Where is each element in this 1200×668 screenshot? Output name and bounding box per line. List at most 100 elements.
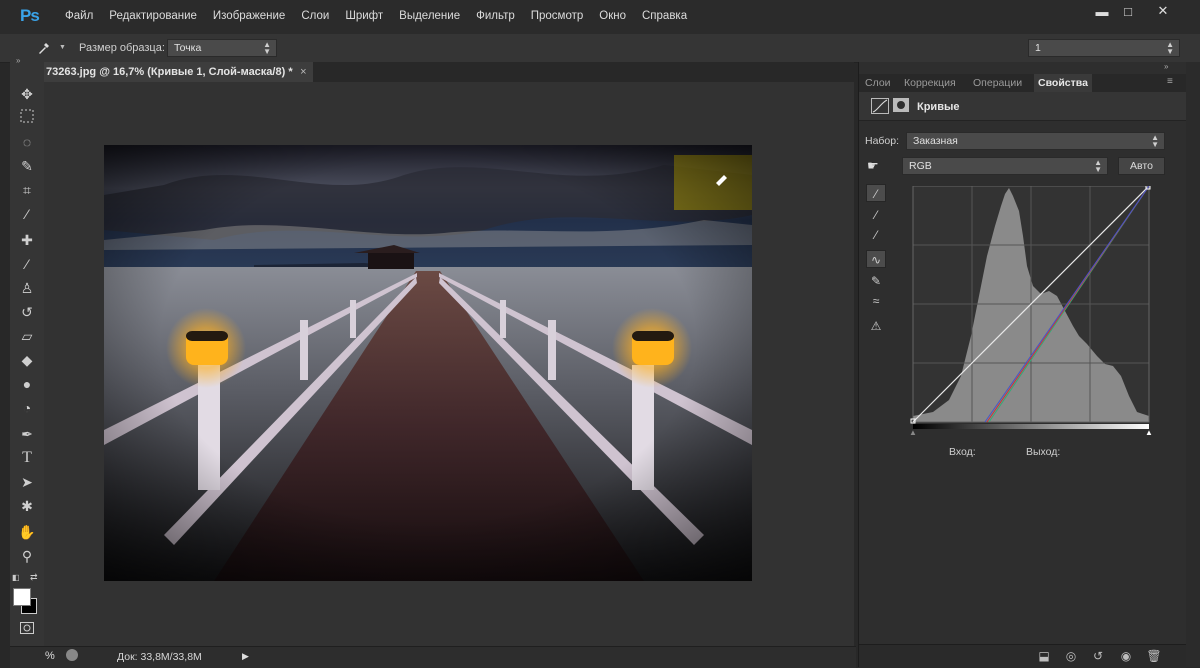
menu-item-window[interactable]: Окно (591, 10, 634, 22)
panel-bottom-bar: ⬓ ◎ ↺ ◉ 🗑 (859, 644, 1186, 668)
black-slider-icon[interactable]: ▲ (909, 428, 917, 437)
auto-button[interactable]: Авто (1118, 157, 1165, 175)
menu-item-type[interactable]: Шрифт (337, 10, 391, 22)
menu-bar: Ps Файл Редактирование Изображение Слои … (0, 0, 1200, 34)
updown-icon: ▲ ▼ (263, 40, 271, 56)
pen-icon[interactable]: ✒ (17, 424, 37, 444)
curve-points-icon[interactable]: ∿ (866, 250, 886, 268)
status-info-icon[interactable] (66, 649, 78, 661)
close-window-button[interactable]: ✕ (1145, 0, 1181, 22)
updown-icon: ▲ ▼ (1094, 158, 1102, 174)
menu-item-file[interactable]: Файл (57, 10, 101, 22)
zoom-value[interactable]: % (45, 650, 55, 662)
menu-item-image[interactable]: Изображение (205, 10, 293, 22)
pencil-icon[interactable]: ✎ (866, 272, 886, 290)
clone-stamp-icon[interactable]: ♙ (17, 278, 37, 298)
quick-mask-icon[interactable] (17, 619, 37, 639)
preset-label: Набор: (865, 135, 900, 147)
input-label: Вход: (949, 446, 976, 458)
quick-select-icon[interactable]: ✎ (17, 156, 37, 176)
eyedropper-icon[interactable]: ⁄ (17, 204, 37, 224)
document-title: 73263.jpg @ 16,7% (Кривые 1, Слой-маска/… (46, 66, 293, 78)
panel-menu-icon[interactable]: ≡ (1167, 76, 1173, 87)
smooth-icon[interactable]: ≈ (866, 292, 886, 310)
blur-icon[interactable]: ● (17, 374, 37, 394)
preset-value: Заказная (913, 135, 958, 147)
swap-colors-icon[interactable]: ⇄ (30, 572, 38, 583)
target-adjust-icon[interactable]: ☛ (867, 158, 879, 174)
curves-adjustment-icon[interactable] (871, 98, 889, 114)
status-bar: % Док: 33,8M/33,8M ▶ (10, 646, 856, 668)
document-tab-bar: 73263.jpg @ 16,7% (Кривые 1, Слой-маска/… (44, 62, 854, 82)
view-previous-icon[interactable]: ◎ (1062, 649, 1080, 665)
tab-actions[interactable]: Операции (969, 74, 1026, 92)
healing-brush-icon[interactable]: ✚ (17, 230, 37, 250)
app-logo: Ps (20, 6, 40, 25)
channel-select[interactable]: RGB ▲ ▼ (902, 157, 1108, 175)
document-tab[interactable]: 73263.jpg @ 16,7% (Кривые 1, Слой-маска/… (44, 62, 313, 82)
input-gradient-bar (913, 424, 1149, 429)
foreground-color-swatch[interactable] (13, 588, 31, 606)
workspace-select[interactable]: 1 ▲ ▼ (1028, 39, 1180, 57)
zoom-icon[interactable]: ⚲ (17, 546, 37, 566)
close-tab-icon[interactable]: × (300, 62, 306, 82)
brush-icon[interactable]: ⁄ (17, 254, 37, 274)
preset-select[interactable]: Заказная ▲ ▼ (906, 132, 1165, 150)
white-slider-icon[interactable]: ▲ (1145, 428, 1153, 437)
eraser-icon[interactable]: ▱ (17, 326, 37, 346)
curves-graph[interactable] (909, 184, 1152, 424)
visibility-icon[interactable]: ◉ (1117, 649, 1135, 665)
clipping-warning-icon[interactable]: ⚠ (866, 317, 886, 335)
tab-adjustments[interactable]: Коррекция (900, 74, 960, 92)
updown-icon: ▲ ▼ (1166, 40, 1174, 56)
black-point-eyedropper-icon[interactable]: ⁄ (866, 184, 886, 202)
right-dock-strip (1186, 62, 1200, 667)
move-icon[interactable]: ✥ (17, 84, 37, 104)
status-menu-arrow-icon[interactable]: ▶ (242, 651, 249, 662)
maximize-button[interactable]: □ (1110, 0, 1146, 22)
shape-icon[interactable]: ✱ (17, 496, 37, 516)
tools-panel: » ✥ ◌ ✎ ⌗ ⁄ ✚ ⁄ ♙ ↺ ▱ ◆ ● ◔ ✒ T ➤ ✱ ✋ ⚲ … (10, 56, 44, 667)
type-icon[interactable]: T (17, 448, 37, 468)
output-label: Выход: (1026, 446, 1061, 458)
menu-item-filter[interactable]: Фильтр (468, 10, 523, 22)
lasso-icon[interactable]: ◌ (17, 132, 37, 152)
collapse-panel-icon[interactable]: » (1164, 62, 1168, 71)
properties-header: Кривые (859, 92, 1186, 121)
menu-item-help[interactable]: Справка (634, 10, 695, 22)
options-bar: ▼ Размер образца: Точка ▲ ▼ 1 ▲ ▼ (0, 34, 1200, 63)
properties-title: Кривые (917, 101, 960, 113)
dodge-icon[interactable]: ◔ (17, 398, 37, 418)
collapse-icon[interactable]: » (16, 56, 20, 65)
sample-size-label: Размер образца: (79, 42, 165, 54)
document-image[interactable] (104, 145, 752, 581)
document-size: Док: 33,8M/33,8M (117, 651, 202, 663)
tool-preset-arrow-icon[interactable]: ▼ (59, 44, 66, 51)
mask-icon[interactable] (893, 98, 909, 112)
menu-item-edit[interactable]: Редактирование (101, 10, 205, 22)
panel-tabs: Слои Коррекция Операции Свойства ≡ (859, 74, 1186, 92)
history-brush-icon[interactable]: ↺ (17, 302, 37, 322)
gray-point-eyedropper-icon[interactable]: ⁄ (866, 206, 886, 224)
marquee-icon[interactable] (17, 108, 37, 128)
properties-panel: » Слои Коррекция Операции Свойства ≡ Кри… (858, 62, 1186, 668)
main-menu: Файл Редактирование Изображение Слои Шри… (57, 10, 695, 22)
crop-icon[interactable]: ⌗ (17, 180, 37, 200)
sample-size-select[interactable]: Точка ▲ ▼ (167, 39, 277, 57)
hand-icon[interactable]: ✋ (17, 522, 37, 542)
menu-item-view[interactable]: Просмотр (523, 10, 592, 22)
default-colors-icon[interactable]: ◧ (12, 573, 20, 582)
sample-size-value: Точка (174, 42, 202, 54)
paint-bucket-icon[interactable]: ◆ (17, 350, 37, 370)
delete-icon[interactable]: 🗑 (1145, 649, 1163, 665)
reset-icon[interactable]: ↺ (1089, 649, 1107, 665)
eyedropper-icon[interactable] (36, 40, 52, 56)
white-point-eyedropper-icon[interactable]: ⁄ (866, 226, 886, 244)
menu-item-select[interactable]: Выделение (391, 10, 468, 22)
clip-to-layer-icon[interactable]: ⬓ (1035, 649, 1053, 665)
tab-properties[interactable]: Свойства (1034, 74, 1092, 92)
tab-layers[interactable]: Слои (861, 74, 895, 92)
path-select-icon[interactable]: ➤ (17, 472, 37, 492)
menu-item-layers[interactable]: Слои (293, 10, 337, 22)
updown-icon: ▲ ▼ (1151, 133, 1159, 149)
